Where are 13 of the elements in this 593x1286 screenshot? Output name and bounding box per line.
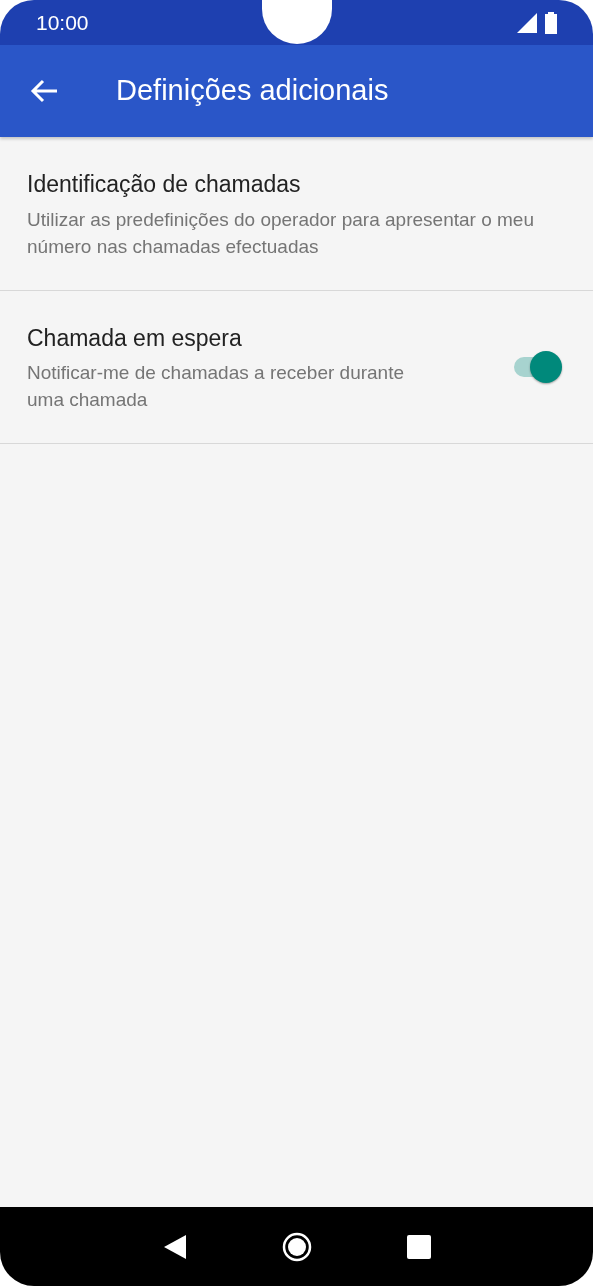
battery-icon	[545, 11, 557, 34]
recents-icon[interactable]	[406, 1234, 431, 1259]
setting-title: Chamada em espera	[27, 323, 243, 353]
back-arrow-icon[interactable]	[30, 79, 58, 103]
signal-icon	[517, 12, 537, 33]
back-icon[interactable]	[162, 1232, 189, 1261]
home-icon[interactable]	[282, 1231, 313, 1262]
screen-title: Definições adicionais	[116, 73, 389, 109]
setting-title: Identificação de chamadas	[27, 170, 302, 199]
status-time: 10:00	[36, 9, 89, 36]
setting-summary: Notificar-me de chamadas a receber durante uma chamada	[27, 361, 406, 412]
setting-summary: Utilizar as predefinições do operador para apresentar o meu número nas chamadas efectuadas	[27, 207, 535, 259]
camera-notch	[262, 0, 332, 44]
